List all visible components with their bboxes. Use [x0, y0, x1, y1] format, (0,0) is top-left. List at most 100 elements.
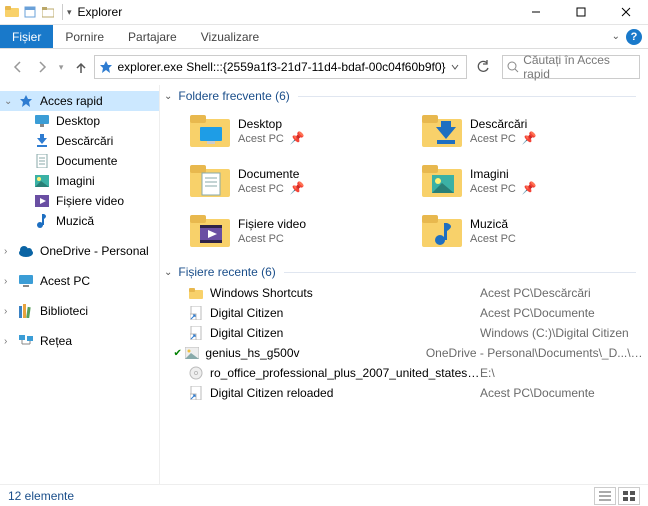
recent-files-list: Windows Shortcuts Acest PC\Descărcări Di…	[164, 281, 648, 403]
pc-icon	[18, 273, 34, 289]
folder-documents[interactable]: Documente Acest PC 📌	[188, 159, 416, 203]
shortcut-icon	[188, 385, 204, 401]
nav-desktop[interactable]: Desktop	[0, 111, 159, 131]
recent-file-row[interactable]: Digital Citizen reloaded Acest PC\Docume…	[188, 383, 648, 403]
pin-icon: 📌	[522, 181, 537, 195]
file-tab[interactable]: Fișier	[0, 25, 53, 48]
recent-file-row[interactable]: Digital Citizen Windows (C:)\Digital Cit…	[188, 323, 648, 343]
desktop-icon	[34, 113, 50, 129]
chevron-down-icon[interactable]: ⌄	[164, 91, 172, 102]
minimize-button[interactable]	[513, 0, 558, 25]
file-name: Digital Citizen	[210, 306, 480, 320]
large-icons-view-button[interactable]	[618, 487, 640, 505]
folder-downloads[interactable]: Descărcări Acest PC📌	[420, 109, 648, 153]
shortcut-icon	[188, 325, 204, 341]
search-icon	[507, 61, 519, 73]
nav-label: Desktop	[56, 114, 100, 128]
nav-documents[interactable]: Documente	[0, 151, 159, 171]
tab-share[interactable]: Partajare	[116, 25, 189, 48]
folder-desktop[interactable]: Desktop Acest PC📌	[188, 109, 416, 153]
chevron-right-icon[interactable]: ›	[4, 336, 7, 347]
recent-file-row[interactable]: Digital Citizen Acest PC\Documente	[188, 303, 648, 323]
folder-icon	[4, 4, 20, 20]
maximize-button[interactable]	[558, 0, 603, 25]
folder-sub: Acest PC	[238, 183, 284, 195]
chevron-down-icon[interactable]: ⌄	[4, 96, 12, 107]
search-box[interactable]: Căutați în Acces rapid	[502, 55, 640, 79]
nav-label: OneDrive - Personal	[40, 244, 149, 258]
image-icon	[185, 345, 199, 361]
qat-dropdown-icon[interactable]: ▾	[67, 7, 72, 18]
folder-music[interactable]: Muzică Acest PC	[420, 209, 648, 253]
nav-libraries[interactable]: › Biblioteci	[0, 301, 159, 321]
pin-icon: 📌	[290, 181, 305, 195]
folder-name: Imagini	[470, 167, 537, 181]
folder-videos[interactable]: Fișiere video Acest PC	[188, 209, 416, 253]
tab-view[interactable]: Vizualizare	[189, 25, 271, 48]
folder-name: Fișiere video	[238, 217, 306, 231]
search-placeholder: Căutați în Acces rapid	[523, 53, 635, 81]
file-name: ro_office_professional_plus_2007_united_…	[210, 366, 480, 380]
nav-music[interactable]: Muzică	[0, 211, 159, 231]
music-icon	[34, 213, 50, 229]
folder-name: Documente	[238, 167, 305, 181]
qat-newfolder-icon[interactable]	[40, 4, 56, 20]
back-button[interactable]	[8, 55, 28, 79]
chevron-right-icon[interactable]: ›	[4, 306, 7, 317]
shortcut-icon	[188, 305, 204, 321]
nav-label: Acest PC	[40, 274, 90, 288]
chevron-down-icon[interactable]: ⌄	[164, 267, 172, 278]
qat-properties-icon[interactable]	[22, 4, 38, 20]
nav-pictures[interactable]: Imagini	[0, 171, 159, 191]
folder-sub: Acest PC	[470, 133, 516, 145]
file-name: Digital Citizen reloaded	[210, 386, 480, 400]
up-button[interactable]	[71, 55, 91, 79]
folder-name: Desktop	[238, 117, 305, 131]
nav-label: Descărcări	[56, 134, 113, 148]
nav-label: Biblioteci	[40, 304, 88, 318]
chevron-right-icon[interactable]: ›	[4, 276, 7, 287]
ribbon-tabs: Fișier Pornire Partajare Vizualizare ⌄ ?	[0, 25, 648, 49]
group-title: Foldere frecvente (6)	[178, 89, 289, 103]
recent-locations-button[interactable]: ▾	[55, 55, 66, 79]
group-recent-files[interactable]: ⌄ Fișiere recente (6)	[164, 261, 648, 281]
navigation-row: ▾ explorer.exe Shell:::{2559a1f3-21d7-11…	[0, 49, 648, 85]
group-frequent-folders[interactable]: ⌄ Foldere frecvente (6)	[164, 85, 648, 105]
forward-button[interactable]	[32, 55, 52, 79]
details-view-button[interactable]	[594, 487, 616, 505]
status-text: 12 elemente	[8, 489, 74, 503]
chevron-right-icon[interactable]: ›	[4, 246, 7, 257]
folder-pictures[interactable]: Imagini Acest PC 📌	[420, 159, 648, 203]
nav-label: Documente	[56, 154, 117, 168]
nav-label: Imagini	[56, 174, 95, 188]
address-dropdown-icon[interactable]	[446, 62, 464, 72]
file-path: E:\	[480, 366, 495, 380]
recent-file-row[interactable]: Windows Shortcuts Acest PC\Descărcări	[188, 283, 648, 303]
star-icon	[18, 93, 34, 109]
nav-videos[interactable]: Fișiere video	[0, 191, 159, 211]
address-bar[interactable]: explorer.exe Shell:::{2559a1f3-21d7-11d4…	[94, 55, 466, 79]
close-button[interactable]	[603, 0, 648, 25]
documents-folder-icon	[188, 161, 232, 201]
help-icon[interactable]: ?	[626, 29, 642, 45]
nav-this-pc[interactable]: › Acest PC	[0, 271, 159, 291]
nav-network[interactable]: › Rețea	[0, 331, 159, 351]
refresh-button[interactable]	[473, 55, 495, 79]
cloud-icon	[18, 243, 34, 259]
recent-file-row[interactable]: ro_office_professional_plus_2007_united_…	[188, 363, 648, 383]
nav-label: Acces rapid	[40, 94, 103, 108]
download-icon	[34, 133, 50, 149]
file-name: Digital Citizen	[210, 326, 480, 340]
nav-quick-access[interactable]: ⌄ Acces rapid	[0, 91, 159, 111]
nav-onedrive[interactable]: › OneDrive - Personal	[0, 241, 159, 261]
tab-home[interactable]: Pornire	[53, 25, 116, 48]
folder-icon	[188, 285, 204, 301]
file-path: Acest PC\Documente	[480, 386, 595, 400]
group-title: Fișiere recente (6)	[178, 265, 275, 279]
navigation-pane: ⌄ Acces rapid Desktop Descărcări Documen…	[0, 85, 160, 484]
nav-downloads[interactable]: Descărcări	[0, 131, 159, 151]
folder-sub: Acest PC	[470, 183, 516, 195]
network-icon	[18, 333, 34, 349]
recent-file-row[interactable]: ✔ genius_hs_g500v OneDrive - Personal\Do…	[188, 343, 648, 363]
ribbon-expand-icon[interactable]: ⌄	[612, 31, 620, 42]
